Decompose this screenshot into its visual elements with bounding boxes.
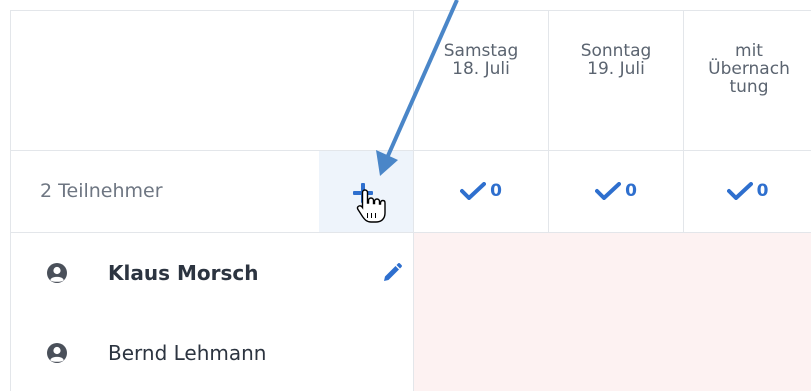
check-icon <box>460 182 487 200</box>
check-icon <box>595 182 622 200</box>
count-cell-saturday: 0 <box>414 176 548 206</box>
availability-cells[interactable] <box>414 233 811 391</box>
participants-count-label: 2 Teilnehmer <box>40 180 163 202</box>
count-cell-overnight: 0 <box>684 176 811 206</box>
count-cell-sunday: 0 <box>549 176 683 206</box>
count-value: 0 <box>756 181 769 201</box>
participant-row[interactable]: Bernd Lehmann <box>46 338 267 368</box>
column-header-saturday: Samstag 18. Juli <box>443 41 519 79</box>
user-icon <box>47 263 67 283</box>
hand-cursor-icon <box>356 189 386 223</box>
check-icon <box>726 182 753 200</box>
participant-name: Klaus Morsch <box>108 261 259 285</box>
column-header-overnight: mit Übernach tung <box>708 41 790 97</box>
column-header-sunday: Sonntag 19. Juli <box>580 41 652 79</box>
grid-line <box>10 10 811 11</box>
user-icon <box>47 343 67 363</box>
count-value: 0 <box>490 181 502 201</box>
participant-row[interactable]: Klaus Morsch <box>46 258 258 288</box>
grid-line <box>10 10 11 391</box>
count-value: 0 <box>625 181 637 201</box>
pencil-icon[interactable] <box>381 262 403 284</box>
participant-name: Bernd Lehmann <box>108 341 267 365</box>
